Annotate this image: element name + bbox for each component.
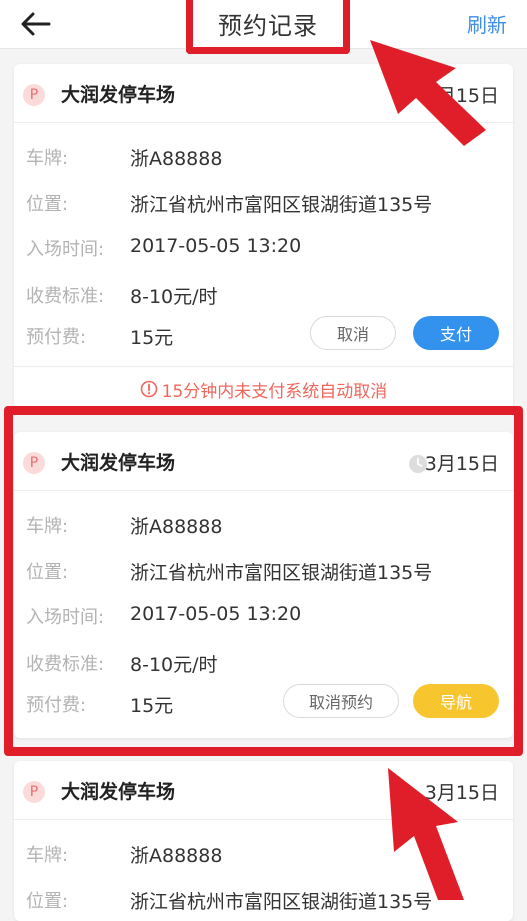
parking-icon: P	[23, 781, 45, 803]
plate-label: 车牌:	[26, 845, 69, 866]
location-value: 浙江省杭州市富阳区银湖街道135号	[130, 891, 433, 913]
reservation-date: 3月15日	[424, 782, 499, 804]
location-value: 浙江省杭州市富阳区银湖街道135号	[130, 562, 433, 584]
card-header: P 大润发停车场 3月15日	[14, 761, 513, 820]
card-header: P 大润发停车场 3月15日	[14, 64, 513, 123]
location-label: 位置:	[26, 194, 69, 215]
warning-circle-icon	[140, 380, 157, 398]
prepaid-label: 预付费:	[26, 695, 87, 716]
lot-name: 大润发停车场	[61, 452, 176, 474]
entry-time-value: 2017-05-05 13:20	[130, 603, 302, 625]
cancel-button[interactable]: 取消	[310, 316, 396, 350]
entry-time-value: 2017-05-05 13:20	[130, 235, 302, 257]
pay-button[interactable]: 支付	[413, 316, 499, 350]
reservation-date: 3月15日	[424, 85, 499, 107]
entry-time-label: 入场时间:	[26, 607, 105, 628]
cancel-reservation-button[interactable]: 取消预约	[283, 684, 399, 718]
reservation-card: P 大润发停车场 3月15日 车牌: 浙A88888 位置: 浙江省杭州市富阳区…	[14, 761, 513, 921]
refresh-button[interactable]: 刷新	[467, 9, 507, 38]
location-label: 位置:	[26, 562, 69, 583]
entry-time-label: 入场时间:	[26, 239, 105, 260]
location-label: 位置:	[26, 891, 69, 912]
reservation-card: P 大润发停车场 3月15日 车牌: 浙A88888 位置: 浙江省杭州市富阳区…	[14, 432, 513, 738]
back-arrow-icon	[21, 12, 51, 36]
fee-standard-label: 收费标准:	[26, 286, 105, 307]
location-value: 浙江省杭州市富阳区银湖街道135号	[130, 194, 433, 216]
lot-name: 大润发停车场	[61, 84, 176, 106]
plate-value: 浙A88888	[130, 516, 223, 538]
auto-cancel-notice: 15分钟内未支付系统自动取消	[14, 366, 513, 411]
lot-name: 大润发停车场	[61, 781, 176, 803]
reservation-date: 3月15日	[424, 453, 499, 475]
reservation-card: P 大润发停车场 3月15日 车牌: 浙A88888 位置: 浙江省杭州市富阳区…	[14, 64, 513, 410]
fee-standard-label: 收费标准:	[26, 654, 105, 675]
parking-icon: P	[23, 452, 45, 474]
plate-label: 车牌:	[26, 516, 69, 537]
title-highlight-box: 预约记录	[186, 0, 350, 54]
prepaid-label: 预付费:	[26, 327, 87, 348]
prepaid-value: 15元	[130, 327, 174, 349]
notice-text: 15分钟内未支付系统自动取消	[161, 381, 388, 402]
parking-icon: P	[23, 84, 45, 106]
card-header: P 大润发停车场 3月15日	[14, 432, 513, 491]
top-bar: 预约记录 刷新	[0, 0, 527, 54]
plate-value: 浙A88888	[130, 148, 223, 170]
plate-value: 浙A88888	[130, 845, 223, 867]
page-title: 预约记录	[218, 12, 318, 40]
fee-standard-value: 8-10元/时	[130, 286, 218, 308]
back-button[interactable]	[18, 6, 54, 42]
prepaid-value: 15元	[130, 695, 174, 717]
navigate-button[interactable]: 导航	[413, 684, 499, 718]
fee-standard-value: 8-10元/时	[130, 654, 218, 676]
plate-label: 车牌:	[26, 148, 69, 169]
